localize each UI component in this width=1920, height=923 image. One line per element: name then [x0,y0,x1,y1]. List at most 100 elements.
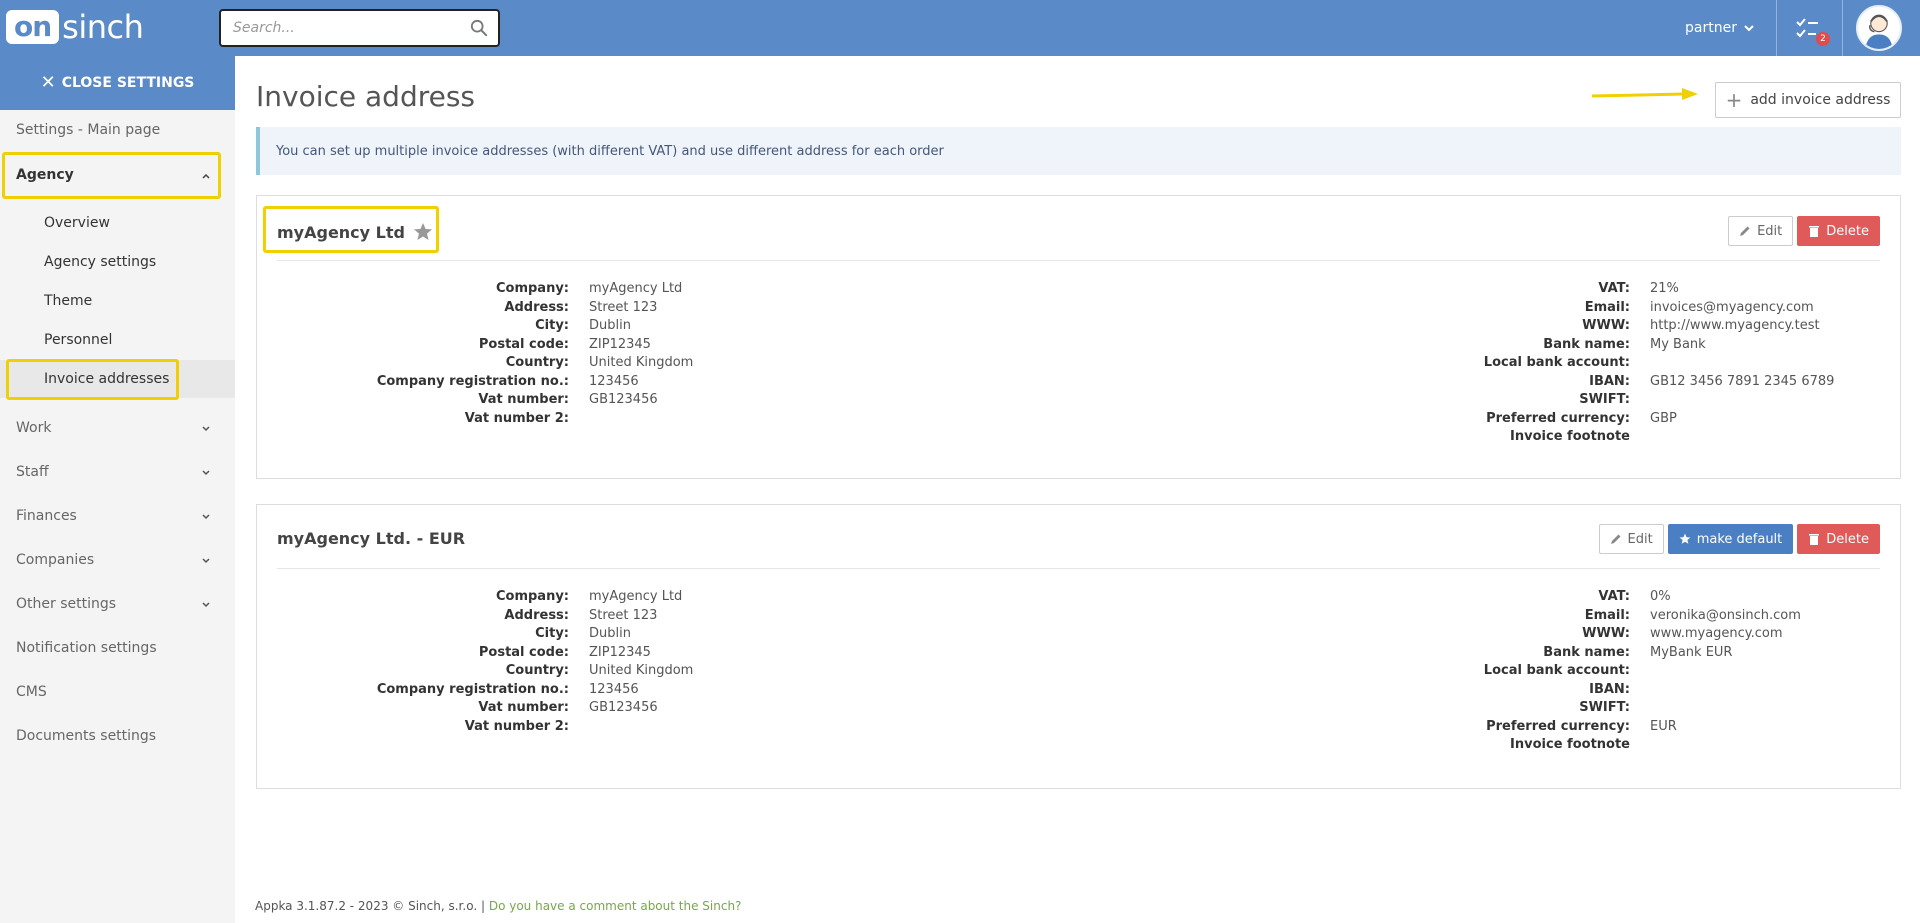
field-value [569,410,589,429]
divider [1842,0,1843,56]
delete-button[interactable]: Delete [1797,216,1880,246]
field-row: Company: myAgency Ltd [257,280,693,299]
sidebar-item-label: Work [16,420,52,436]
field-row: Address: Street 123 [257,299,693,318]
sidebar-item-label: Settings - Main page [16,122,161,138]
field-value: ZIP12345 [589,644,651,660]
field-value: GB12 3456 7891 2345 6789 [1650,373,1835,389]
field-row: IBAN: [1374,681,1801,700]
edit-button[interactable]: Edit [1728,216,1794,246]
avatar-icon [1865,14,1893,49]
field-row: Country: United Kingdom [257,354,694,373]
field-label: VAT: [1598,281,1630,296]
field-label: VAT: [1598,589,1630,604]
avatar[interactable] [1856,5,1902,51]
settings-sidebar: ✕ CLOSE SETTINGS Settings - Main page Ag… [0,56,235,923]
sidebar-item-label: Overview [44,215,110,231]
right-fields: VAT: 0% Email: veronika@onsinch.com WWW: ww… [1374,588,1801,755]
field-value: United Kingdom [589,663,694,678]
close-icon: ✕ [40,72,56,93]
sidebar-item-cms[interactable]: CMS [0,673,235,711]
field-value [1630,681,1650,700]
field-value: 123456 [589,373,639,389]
field-row: Local bank account: [1374,662,1801,681]
close-settings-button[interactable]: ✕ CLOSE SETTINGS [0,56,235,110]
sidebar-item-theme[interactable]: Theme [0,282,235,320]
feedback-link[interactable]: Do you have a comment about the Sinch? [489,899,742,913]
field-label: Postal code: [478,336,569,352]
field-label: IBAN: [1589,373,1630,389]
field-row: City: Dublin [257,317,693,336]
sidebar-item-label: Finances [16,508,77,524]
sidebar-item-label: Personnel [44,332,113,348]
add-invoice-address-button[interactable]: + add invoice address [1715,82,1901,118]
field-label: Country: [505,355,569,370]
search-icon[interactable] [470,19,488,37]
field-row: Country: United Kingdom [257,662,694,681]
sidebar-item-label: Staff [16,464,49,480]
sidebar-item-other-settings[interactable]: Other settings [0,585,235,623]
field-value [1630,428,1650,447]
field-value [1630,699,1650,718]
field-value: myAgency Ltd [589,281,683,296]
field-value: My Bank [1650,336,1706,352]
make-default-button[interactable]: make default [1667,524,1794,554]
field-label: Bank name: [1543,336,1630,352]
field-row: VAT: 0% [1374,588,1801,607]
add-invoice-address-label: add invoice address [1750,92,1891,108]
page-title: Invoice address [256,80,476,113]
sidebar-item-main-page[interactable]: Settings - Main page [0,111,235,149]
chevron-down-icon [202,602,210,608]
sidebar-item-companies[interactable]: Companies [0,541,235,579]
field-row: Bank name: MyBank EUR [1374,644,1801,663]
left-fields: Company: myAgency Ltd Address: Street 123 … [257,280,694,429]
user-menu[interactable]: partner [1685,0,1755,56]
field-value: MyBank EUR [1650,644,1733,660]
edit-button[interactable]: Edit [1598,524,1664,554]
field-label: Vat number: [478,392,569,407]
sidebar-item-documents-settings[interactable]: Documents settings [0,717,235,755]
field-row: SWIFT: [1374,699,1801,718]
field-row: Bank name: My Bank [1374,336,1834,355]
pencil-icon [1740,226,1750,236]
chevron-down-icon [202,514,210,520]
field-row: WWW: www.myagency.com [1374,625,1801,644]
field-row: VAT: 21% [1374,280,1834,299]
field-row: SWIFT: [1374,391,1834,410]
field-value: 0% [1650,589,1671,604]
field-label: SWIFT: [1579,392,1630,407]
right-fields: VAT: 21% Email: invoices@myagency.com WWW:… [1374,280,1835,447]
field-label: Address: [504,299,569,315]
field-label: Company: [495,281,569,296]
field-label: WWW: [1582,318,1630,333]
field-label: Address: [504,607,569,623]
field-row: Preferred currency: GBP [1374,410,1834,429]
sidebar-item-staff[interactable]: Staff [0,453,235,491]
sidebar-item-notification-settings[interactable]: Notification settings [0,629,235,667]
field-label: Local bank account: [1483,355,1630,370]
trash-icon [1809,226,1820,237]
sidebar-item-overview[interactable]: Overview [0,204,235,242]
delete-button[interactable]: Delete [1797,524,1880,554]
field-label: Company registration no.: [376,373,569,389]
field-value: Dublin [589,318,631,333]
field-value: myAgency Ltd [589,589,683,604]
divider [277,260,1880,261]
field-value: invoices@myagency.com [1650,299,1814,315]
search-input[interactable] [233,20,463,36]
sidebar-item-work[interactable]: Work [0,409,235,447]
sidebar-item-personnel[interactable]: Personnel [0,321,235,359]
field-label: WWW: [1582,626,1630,641]
sidebar-item-label: Companies [16,552,95,568]
field-label: Invoice footnote [1510,737,1630,752]
onsinch-logo[interactable]: on sinch [6,10,144,44]
sidebar-item-finances[interactable]: Finances [0,497,235,535]
field-label: Vat number 2: [464,718,569,734]
footer: Appka 3.1.87.2 - 2023 © Sinch, s.r.o. | … [255,899,741,913]
field-value: http://www.myagency.test [1650,318,1820,333]
field-label: Postal code: [478,644,569,660]
invoice-address-card: myAgency Ltd. - EUR Edit make default De… [256,504,1901,789]
sidebar-item-agency-settings[interactable]: Agency settings [0,243,235,281]
pencil-icon [1610,534,1621,544]
plus-icon: + [1725,88,1743,112]
